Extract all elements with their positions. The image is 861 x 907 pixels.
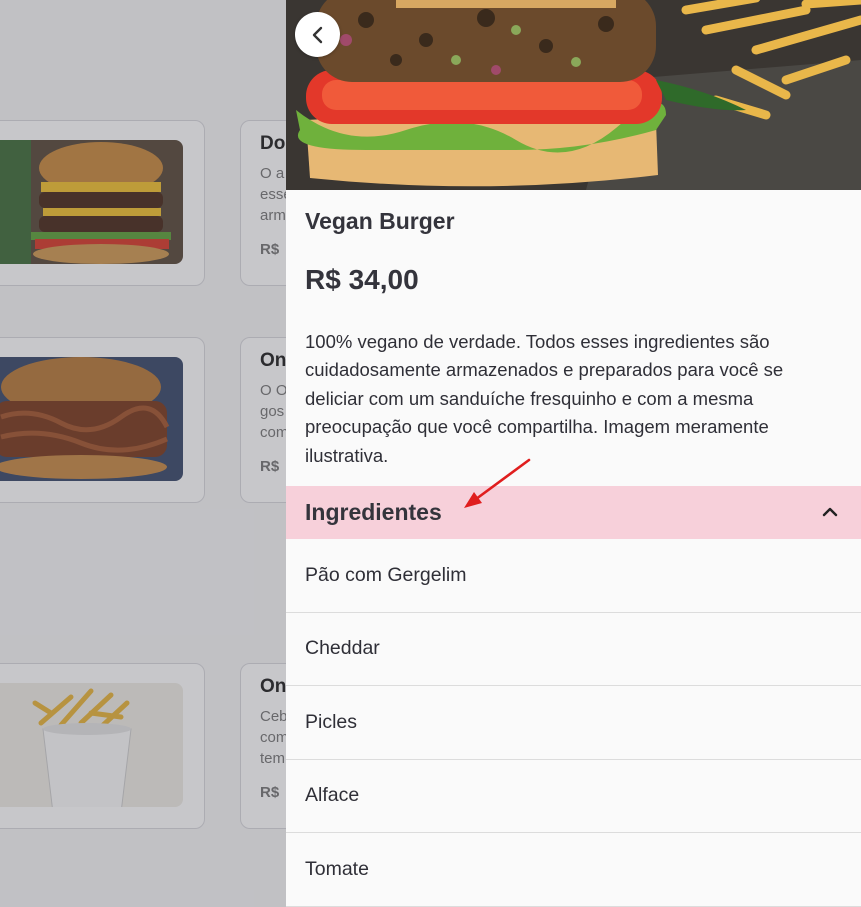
ingredient-item: Pão com Gergelim	[286, 539, 861, 613]
ingredient-item: Picles	[286, 686, 861, 760]
chevron-up-icon	[822, 507, 838, 517]
product-detail-drawer: Vegan Burger R$ 34,00 100% vegano de ver…	[286, 0, 861, 907]
ingredients-list: Pão com Gergelim Cheddar Picles Alface T…	[286, 539, 861, 907]
ingredients-title: Ingredientes	[305, 499, 442, 525]
product-image	[286, 0, 861, 190]
product-price: R$ 34,00	[305, 264, 419, 295]
ingredients-accordion-header[interactable]: Ingredientes	[286, 486, 861, 539]
ingredient-item: Tomate	[286, 833, 861, 907]
product-description: 100% vegano de verdade. Todos esses ingr…	[305, 331, 784, 466]
ingredient-item: Cheddar	[286, 612, 861, 686]
chevron-left-icon	[312, 26, 322, 43]
product-title: Vegan Burger	[305, 208, 455, 234]
back-button[interactable]	[295, 12, 340, 57]
red-arrow-icon	[464, 458, 531, 508]
ingredient-item: Alface	[286, 759, 861, 833]
